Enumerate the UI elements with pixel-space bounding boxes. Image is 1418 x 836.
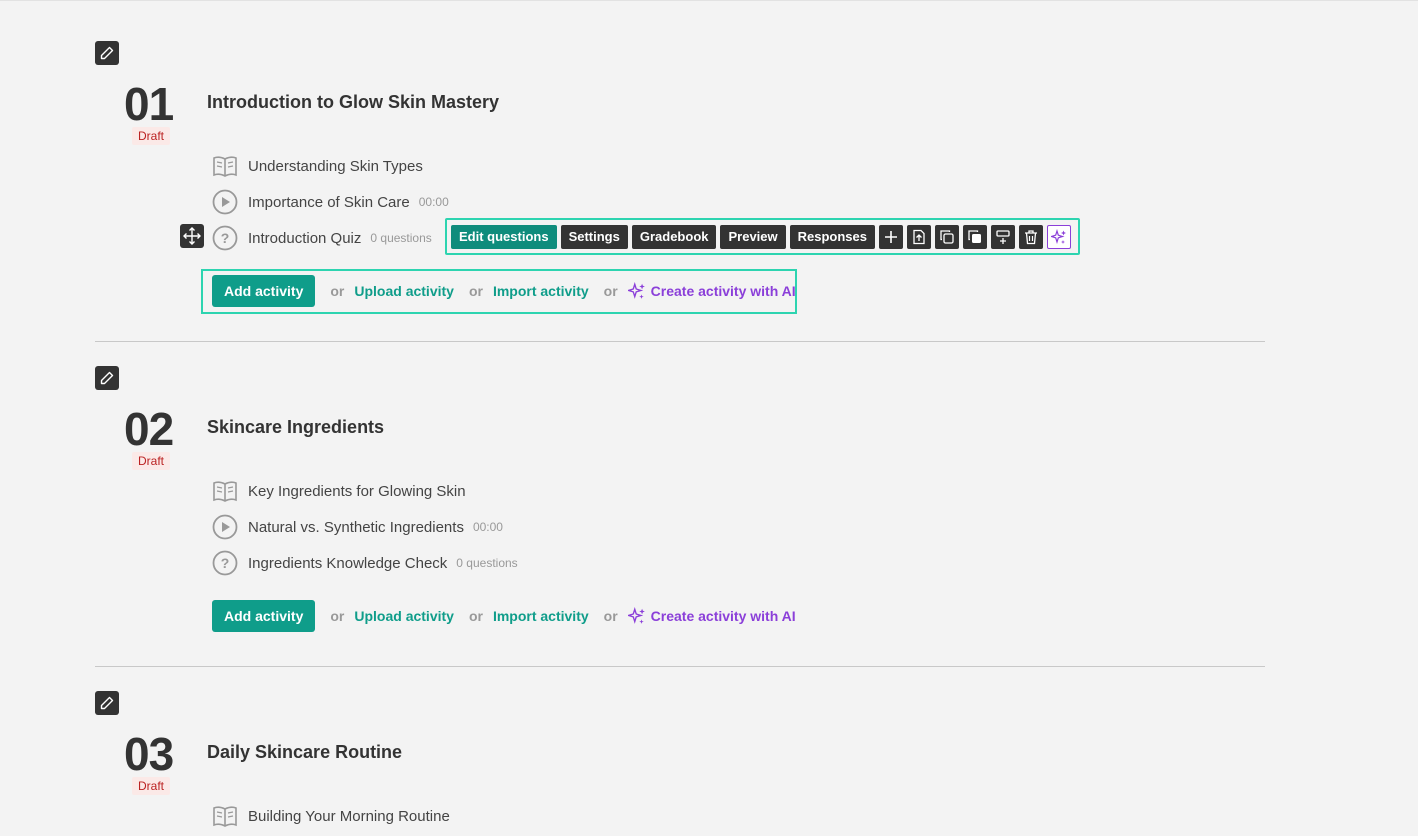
sparkle-icon [627, 282, 645, 299]
module-title[interactable]: Introduction to Glow Skin Mastery [207, 91, 499, 113]
add-activity-button[interactable]: Add activity [212, 600, 316, 632]
upload-activity-link[interactable]: Upload activity [354, 608, 454, 624]
move-handle[interactable] [180, 224, 204, 248]
ai-generate-button[interactable] [1047, 224, 1072, 249]
status-badge: Draft [132, 452, 171, 470]
edit-module-button[interactable] [95, 691, 119, 715]
activity-item[interactable]: Importance of Skin Care 00:00 [212, 189, 449, 215]
activity-item[interactable]: Understanding Skin Types [212, 153, 423, 179]
create-activity-ai-link[interactable]: Create activity with AI [627, 282, 796, 300]
activity-duration: 00:00 [472, 520, 503, 534]
or-separator: or [603, 283, 618, 299]
activity-name: Understanding Skin Types [248, 157, 423, 175]
or-separator: or [603, 608, 618, 624]
activity-item[interactable]: ? Introduction Quiz 0 questions [212, 225, 432, 251]
activity-name: Ingredients Knowledge Check [248, 554, 448, 572]
copy-button[interactable] [935, 224, 960, 249]
book-icon [212, 478, 238, 504]
trash-icon [1025, 229, 1038, 244]
activity-question-count: 0 questions [456, 556, 518, 570]
activity-question-count: 0 questions [370, 231, 432, 245]
pencil-icon [100, 696, 114, 710]
file-upload-icon [913, 229, 925, 244]
insert-below-button[interactable] [991, 224, 1016, 249]
activity-name: Introduction Quiz [248, 229, 362, 247]
preview-button[interactable]: Preview [720, 224, 786, 249]
activity-item[interactable]: Key Ingredients for Glowing Skin [212, 478, 466, 504]
import-activity-link[interactable]: Import activity [493, 608, 589, 624]
add-activity-row: Add activity or Upload activity or Impor… [212, 275, 796, 307]
activity-item[interactable]: Building Your Morning Routine [212, 803, 450, 829]
settings-button[interactable]: Settings [560, 224, 628, 249]
activity-name: Building Your Morning Routine [248, 807, 450, 825]
responses-button[interactable]: Responses [789, 224, 876, 249]
activity-name: Natural vs. Synthetic Ingredients [248, 518, 464, 536]
sparkle-icon [627, 607, 645, 624]
duplicate-icon [968, 229, 982, 243]
create-activity-ai-link[interactable]: Create activity with AI [627, 607, 796, 625]
move-icon [183, 227, 201, 245]
import-activity-link[interactable]: Import activity [493, 283, 589, 299]
status-badge: Draft [132, 777, 171, 795]
svg-text:?: ? [221, 230, 230, 246]
edit-questions-button[interactable]: Edit questions [451, 224, 557, 249]
add-activity-button[interactable]: Add activity [212, 275, 316, 307]
create-activity-ai-label: Create activity with AI [650, 283, 796, 299]
copy-icon [940, 229, 954, 244]
module-divider [95, 666, 1265, 667]
module-divider [95, 341, 1265, 342]
module-number: 02 [124, 403, 174, 455]
activity-item[interactable]: Natural vs. Synthetic Ingredients 00:00 [212, 514, 503, 540]
book-icon [212, 803, 238, 829]
add-button[interactable] [879, 224, 904, 249]
or-separator: or [468, 283, 483, 299]
plus-icon [885, 230, 898, 243]
insert-row-icon [996, 229, 1010, 244]
duplicate-button[interactable] [963, 224, 988, 249]
top-border [0, 0, 1418, 1]
question-icon: ? [212, 225, 238, 251]
or-separator: or [468, 608, 483, 624]
status-badge: Draft [132, 127, 171, 145]
or-separator: or [330, 283, 345, 299]
activity-name: Key Ingredients for Glowing Skin [248, 482, 466, 500]
pencil-icon [100, 371, 114, 385]
activity-name: Importance of Skin Care [248, 193, 410, 211]
activity-duration: 00:00 [418, 195, 449, 209]
module-number: 03 [124, 728, 174, 780]
play-icon [212, 189, 238, 215]
play-icon [212, 514, 238, 540]
create-activity-ai-label: Create activity with AI [650, 608, 796, 624]
pencil-icon [100, 46, 114, 60]
module-title[interactable]: Daily Skincare Routine [207, 741, 402, 763]
upload-button[interactable] [907, 224, 932, 249]
svg-text:?: ? [221, 555, 230, 571]
module-title[interactable]: Skincare Ingredients [207, 416, 384, 438]
edit-module-button[interactable] [95, 366, 119, 390]
sparkle-icon [1051, 228, 1067, 244]
question-icon: ? [212, 550, 238, 576]
upload-activity-link[interactable]: Upload activity [354, 283, 454, 299]
book-icon [212, 153, 238, 179]
gradebook-button[interactable]: Gradebook [631, 224, 717, 249]
add-activity-row: Add activity or Upload activity or Impor… [212, 600, 796, 632]
edit-module-button[interactable] [95, 41, 119, 65]
or-separator: or [330, 608, 345, 624]
delete-button[interactable] [1019, 224, 1044, 249]
activity-item[interactable]: ? Ingredients Knowledge Check 0 question… [212, 550, 518, 576]
module-number: 01 [124, 78, 174, 130]
activity-toolbar: Edit questions Settings Gradebook Previe… [445, 218, 1080, 255]
